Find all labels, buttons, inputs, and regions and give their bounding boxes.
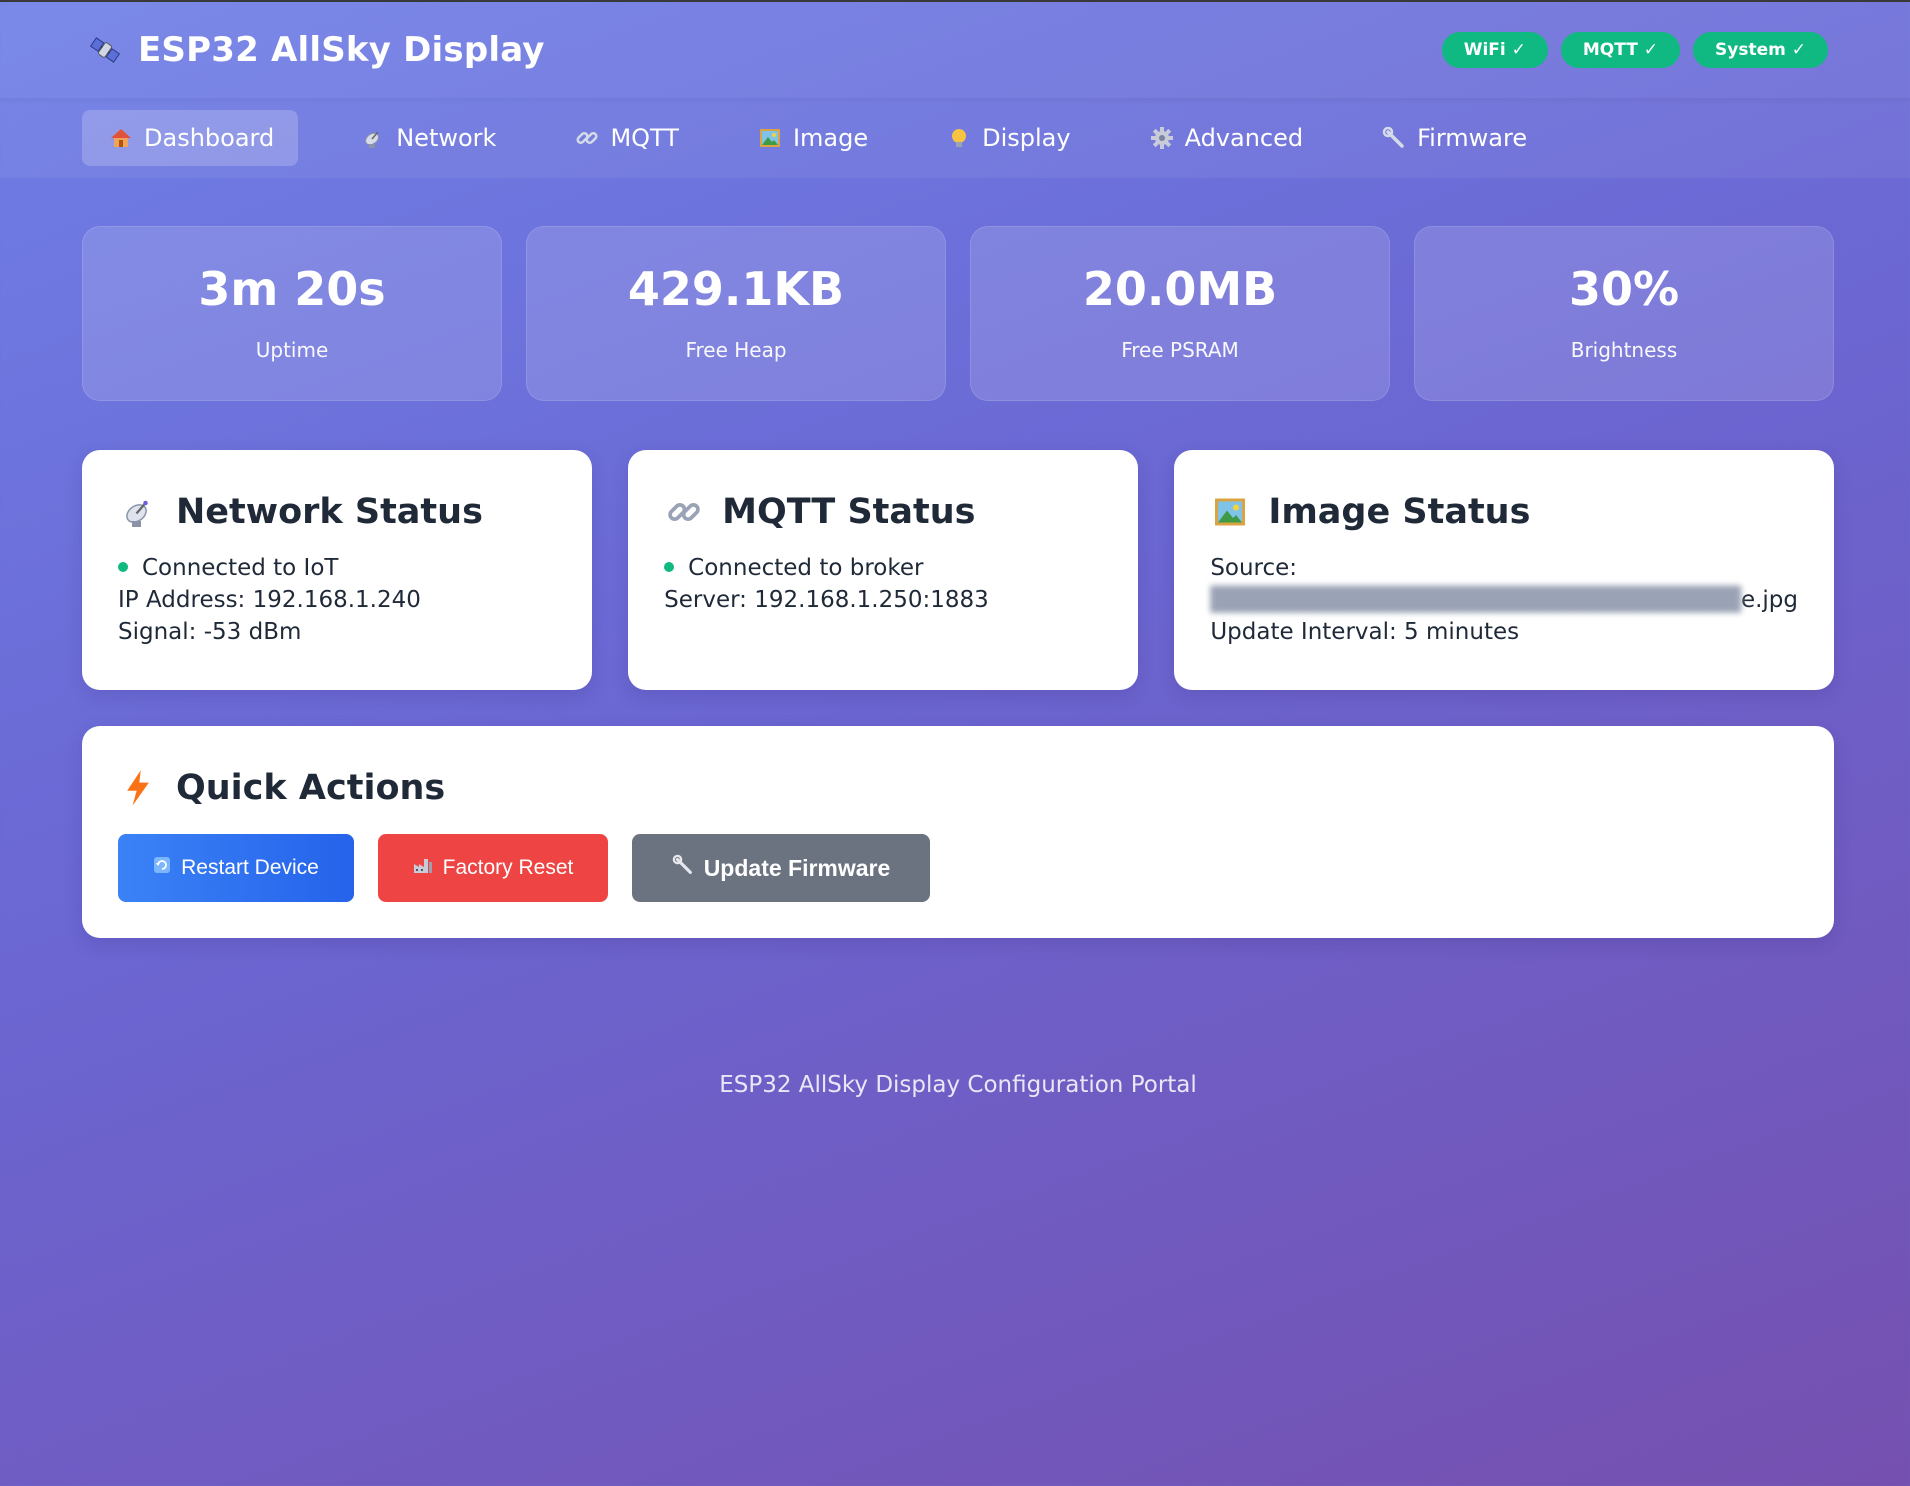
tab-network[interactable]: Network [334, 110, 520, 166]
stat-free-psram: 20.0MB Free PSRAM [970, 226, 1390, 401]
card-title: MQTT Status [722, 492, 976, 532]
status-dot [664, 562, 675, 572]
lightbulb-icon [946, 125, 972, 151]
status-cards: Network Status Connected to IoT IP Addre… [82, 450, 1835, 690]
app-header: ESP32 AllSky Display WiFi ✓ MQTT ✓ Syste… [0, 2, 1910, 98]
stat-label: Free Heap [685, 337, 787, 362]
stat-label: Free PSRAM [1121, 337, 1239, 362]
page-footer: ESP32 AllSky Display Configuration Porta… [719, 1072, 1197, 1098]
stats-row: 3m 20s Uptime 429.1KB Free Heap 20.0MB F… [82, 226, 1834, 401]
action-buttons: Restart Device Factory Reset Update Firm… [118, 834, 1798, 902]
wrench-icon [1381, 125, 1407, 151]
redacted-url: ██████████████████████████████ [1210, 587, 1741, 613]
stat-label: Uptime [255, 337, 329, 362]
tab-label: Advanced [1184, 124, 1304, 152]
tab-mqtt[interactable]: MQTT [548, 110, 703, 166]
tab-image[interactable]: Image [731, 110, 892, 166]
stat-brightness: 30% Brightness [1414, 226, 1834, 401]
network-status-card: Network Status Connected to IoT IP Addre… [82, 450, 593, 690]
stat-uptime: 3m 20s Uptime [82, 226, 502, 401]
signal-strength: Signal: -53 dBm [118, 619, 302, 645]
tab-label: Display [982, 124, 1071, 152]
network-connection-status: Connected to IoT [118, 552, 556, 584]
quick-actions-card: Quick Actions Restart Device Factory Res… [82, 726, 1834, 938]
brand: ESP32 AllSky Display [86, 30, 545, 70]
update-interval: Update Interval: 5 minutes [1210, 619, 1520, 645]
status-dot [118, 562, 128, 572]
wrench-icon [672, 854, 694, 882]
stat-free-heap: 429.1KB Free Heap [526, 226, 946, 401]
picture-icon [1210, 492, 1250, 532]
wifi-status-badge: WiFi ✓ [1441, 32, 1548, 68]
tab-display[interactable]: Display [920, 110, 1094, 166]
tab-label: Image [792, 124, 869, 152]
status-badges: WiFi ✓ MQTT ✓ System ✓ [1441, 32, 1828, 68]
refresh-icon [153, 856, 171, 880]
satellite-dish-icon [118, 492, 158, 532]
house-icon [108, 125, 134, 151]
tab-advanced[interactable]: Advanced [1123, 110, 1328, 166]
image-source-label: Source: [1210, 555, 1298, 581]
stat-label: Brightness [1570, 337, 1678, 362]
mqtt-connection-status: Connected to broker [664, 552, 1102, 584]
tab-label: MQTT [610, 124, 679, 152]
app-title: ESP32 AllSky Display [138, 30, 545, 70]
restart-device-button[interactable]: Restart Device [118, 834, 354, 902]
card-title: Network Status [176, 492, 483, 532]
mqtt-status-badge: MQTT ✓ [1560, 32, 1681, 68]
factory-icon [413, 856, 433, 880]
main-nav: Dashboard Network MQTT Image Display Adv… [0, 98, 1910, 178]
stat-value: 20.0MB [1082, 261, 1278, 316]
image-status-card: Image Status Source: ███████████████████… [1174, 450, 1835, 690]
mqtt-status-card: MQTT Status Connected to broker Server: … [628, 450, 1139, 690]
tab-firmware[interactable]: Firmware [1355, 110, 1551, 166]
update-firmware-button[interactable]: Update Firmware [632, 834, 930, 902]
stat-value: 429.1KB [627, 261, 845, 316]
satellite-dish-icon [360, 125, 386, 151]
stat-value: 3m 20s [198, 261, 386, 316]
tab-label: Firmware [1417, 124, 1528, 152]
tab-label: Dashboard [144, 124, 275, 152]
ip-address: IP Address: 192.168.1.240 [118, 587, 421, 613]
factory-reset-button[interactable]: Factory Reset [378, 834, 608, 902]
card-title: Image Status [1268, 492, 1531, 532]
link-icon [574, 125, 600, 151]
picture-icon [757, 125, 783, 151]
card-title: Quick Actions [176, 768, 446, 808]
image-source-url: ██████████████████████████████e.jpg [1210, 587, 1799, 613]
stat-value: 30% [1568, 261, 1680, 316]
tab-dashboard[interactable]: Dashboard [82, 110, 299, 166]
satellite-icon [86, 31, 124, 69]
link-icon [664, 492, 704, 532]
tab-label: Network [396, 124, 497, 152]
gear-icon [1149, 125, 1175, 151]
lightning-icon [118, 768, 158, 808]
system-status-badge: System ✓ [1693, 32, 1828, 68]
mqtt-server: Server: 192.168.1.250:1883 [664, 587, 989, 613]
